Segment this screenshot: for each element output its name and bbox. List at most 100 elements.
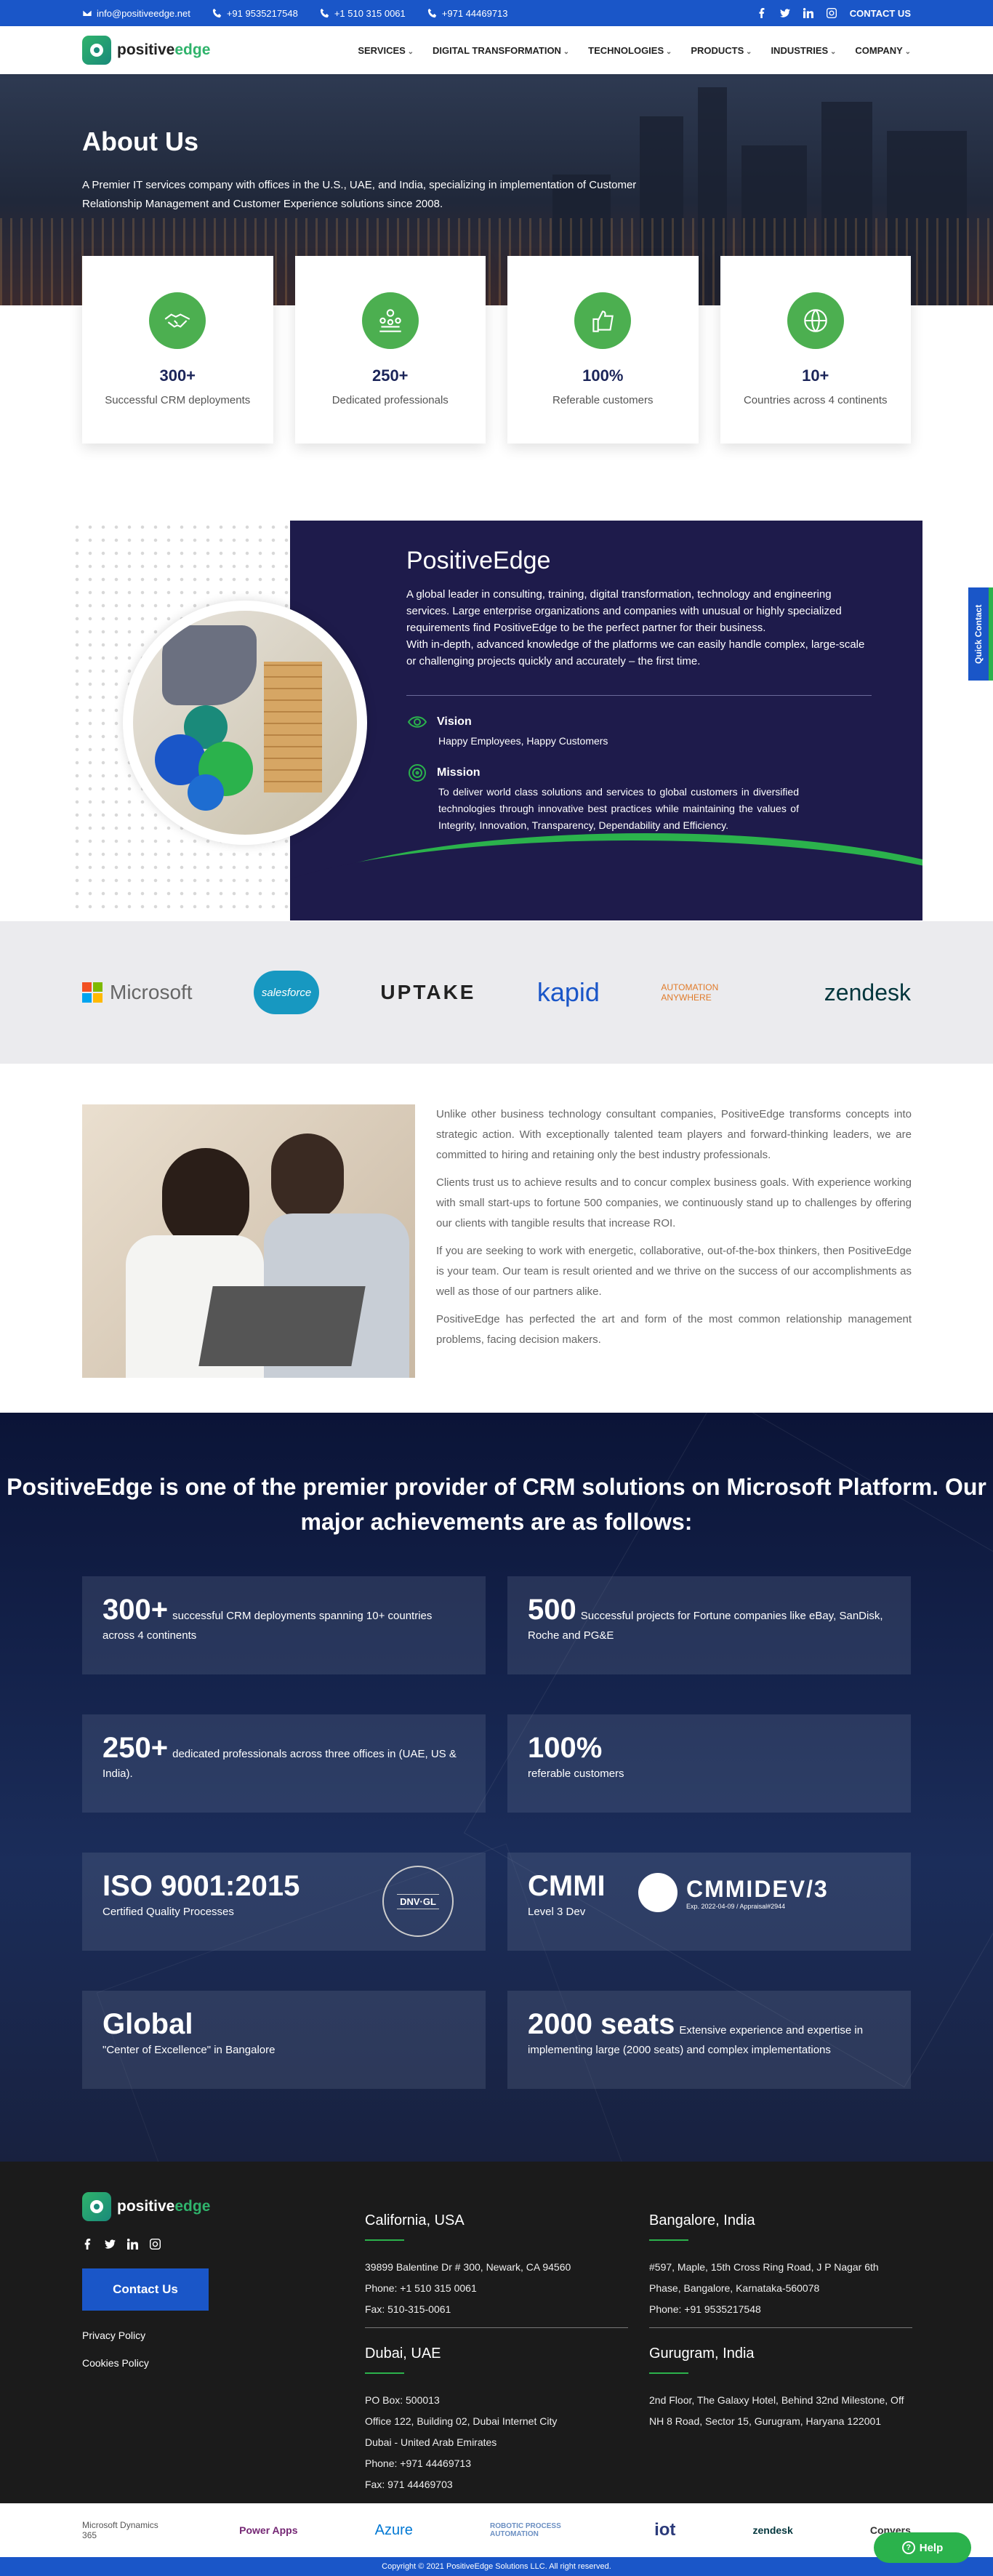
- stat-number: 250+: [371, 366, 409, 385]
- office-phone: Phone: +91 9535217548: [649, 2303, 761, 2315]
- linkedin-icon[interactable]: [127, 2239, 138, 2250]
- eye-icon: [406, 711, 428, 733]
- phone-text: +91 9535217548: [226, 7, 298, 19]
- email-link[interactable]: info@positiveedge.net: [82, 8, 190, 19]
- stat-card: 250+ Dedicated professionals: [294, 256, 486, 444]
- vision-text: Happy Employees, Happy Customers: [438, 735, 608, 747]
- kapid-logo: kapid: [536, 977, 600, 1007]
- footer: positiveedge Contact Us Privacy Policy C…: [0, 2162, 993, 2503]
- logo-text: positiveedge: [117, 2198, 211, 2215]
- dynamics-365-logo: Microsoft Dynamics 365: [82, 2520, 158, 2540]
- stat-card: 300+ Successful CRM deployments: [82, 256, 273, 444]
- microsoft-logo: Microsoft: [82, 981, 193, 1004]
- azure-logo: Azure: [374, 2521, 413, 2538]
- facebook-icon[interactable]: [757, 8, 767, 18]
- stat-card: 10+ Countries across 4 continents: [720, 256, 911, 444]
- achievement-card: 100% referable customers: [507, 1714, 911, 1813]
- logo-shape-icon: [155, 705, 257, 814]
- office-title: Bangalore, India: [649, 2212, 755, 2228]
- team-icon: [361, 292, 419, 349]
- office-address: PO Box: 500013: [365, 2394, 440, 2406]
- about-text: Unlike other business technology consult…: [436, 1104, 912, 1357]
- privacy-policy-link[interactable]: Privacy Policy: [82, 2330, 210, 2341]
- office-phone: Phone: +1 510 315 0061: [365, 2282, 477, 2294]
- overview-image: [123, 601, 367, 845]
- office-title: Dubai, UAE: [365, 2346, 441, 2362]
- office-address: #597, Maple, 15th Cross Ring Road, J P N…: [649, 2261, 879, 2294]
- nav-item-industries[interactable]: INDUSTRIES: [771, 45, 836, 56]
- office-title: California, USA: [365, 2212, 465, 2228]
- logo-mark-icon: [82, 2192, 111, 2221]
- zendesk-logo: zendesk: [824, 979, 911, 1006]
- logo-text: positiveedge: [117, 41, 211, 58]
- achievement-card: 250+ dedicated professionals across three…: [82, 1714, 486, 1813]
- page-title: About Us: [82, 127, 198, 156]
- office-fax: Fax: 510-315-0061: [365, 2303, 451, 2315]
- nav-item-technologies[interactable]: TECHNOLOGIES: [588, 45, 672, 56]
- instagram-icon[interactable]: [150, 2239, 161, 2250]
- contact-us-link[interactable]: CONTACT US: [850, 8, 911, 19]
- stat-label: Referable customers: [552, 394, 654, 406]
- footer-logo[interactable]: positiveedge: [82, 2192, 210, 2221]
- overview-panel: PositiveEdge A global leader in consulti…: [290, 521, 922, 920]
- quick-contact-tab[interactable]: Quick Contact: [968, 587, 993, 681]
- linkedin-icon[interactable]: [803, 8, 813, 18]
- about-paragraph: If you are seeking to work with energeti…: [436, 1245, 912, 1298]
- nav-item-products[interactable]: PRODUCTS: [691, 45, 752, 56]
- stat-label: Dedicated professionals: [331, 394, 449, 406]
- phone-link-usa[interactable]: +1 510 315 0061: [320, 8, 406, 19]
- instagram-icon[interactable]: [826, 8, 837, 18]
- nav-item-company[interactable]: COMPANY: [855, 45, 911, 56]
- about-paragraph: Clients trust us to achieve results and …: [436, 1176, 912, 1229]
- achievement-card: ISO 9001:2015 Certified Quality Processes…: [82, 1853, 486, 1951]
- stat-number: 300+: [159, 366, 196, 385]
- stat-label: Countries across 4 continents: [743, 394, 888, 406]
- phone-icon: [427, 8, 437, 18]
- achievement-card: 300+ successful CRM deployments spanning …: [82, 1576, 486, 1674]
- office-address: Office 122, Building 02, Dubai Internet …: [365, 2415, 558, 2427]
- nav-item-services[interactable]: SERVICES: [358, 45, 414, 56]
- top-bar: info@positiveedge.net +91 9535217548 +1 …: [0, 0, 993, 26]
- thumbs-up-icon: [574, 292, 632, 349]
- target-icon: [406, 762, 428, 784]
- overview-description: A global leader in consulting, training,…: [406, 588, 865, 667]
- site-logo[interactable]: positiveedge: [82, 36, 210, 65]
- cmmi-badge: CMMIDEV/3 Exp. 2022-04-09 / Appraisal#294…: [638, 1873, 829, 1912]
- office-bangalore: Bangalore, India #597, Maple, 15th Cross…: [649, 2212, 912, 2320]
- stat-label: Successful CRM deployments: [105, 394, 251, 406]
- zendesk-small-logo: zendesk: [752, 2524, 793, 2536]
- mission-title: Mission: [437, 766, 481, 779]
- office-address: Dubai - United Arab Emirates: [365, 2436, 497, 2448]
- help-button[interactable]: ? Help: [874, 2532, 971, 2563]
- phone-icon: [320, 8, 329, 18]
- phone-text: +1 510 315 0061: [334, 7, 406, 19]
- phone-icon: [212, 8, 222, 18]
- twitter-icon[interactable]: [779, 8, 790, 18]
- office-address: 2nd Floor, The Galaxy Hotel, Behind 32nd…: [649, 2394, 904, 2427]
- partner-logos: Microsoft Dynamics 365 Power Apps Azure …: [0, 2503, 993, 2557]
- office-fax: Fax: 971 44469703: [365, 2479, 453, 2490]
- twitter-icon[interactable]: [105, 2239, 116, 2250]
- office-address: 39899 Balentine Dr # 300, Newark, CA 945…: [365, 2261, 571, 2273]
- facebook-icon[interactable]: [82, 2239, 93, 2250]
- help-question-icon: ?: [901, 2541, 915, 2554]
- about-paragraph: Unlike other business technology consult…: [436, 1108, 912, 1161]
- rpa-logo: ROBOTIC PROCESS AUTOMATION: [489, 2522, 561, 2538]
- cookies-policy-link[interactable]: Cookies Policy: [82, 2357, 210, 2369]
- contact-us-button[interactable]: Contact Us: [82, 2268, 209, 2311]
- iot-logo: iot: [654, 2520, 676, 2540]
- stat-number: 100%: [582, 366, 624, 385]
- nav-menu: SERVICES DIGITAL TRANSFORMATION TECHNOLO…: [358, 45, 911, 56]
- phone-text: +971 44469713: [441, 7, 508, 19]
- phone-link-india[interactable]: +91 9535217548: [212, 8, 298, 19]
- handshake-icon: [149, 292, 206, 349]
- vision-title: Vision: [437, 715, 472, 728]
- cmmi-seal-icon: [638, 1873, 678, 1912]
- overview-title: PositiveEdge: [406, 547, 551, 574]
- power-apps-logo: Power Apps: [239, 2524, 298, 2536]
- phone-link-uae[interactable]: +971 44469713: [427, 8, 508, 19]
- nav-item-digital-transformation[interactable]: DIGITAL TRANSFORMATION: [433, 45, 569, 56]
- achievement-card: 2000 seats Extensive experience and exper…: [507, 1991, 911, 2089]
- stats-cards: 300+ Successful CRM deployments 250+ Ded…: [82, 256, 911, 444]
- about-section: Unlike other business technology consult…: [0, 1064, 993, 1413]
